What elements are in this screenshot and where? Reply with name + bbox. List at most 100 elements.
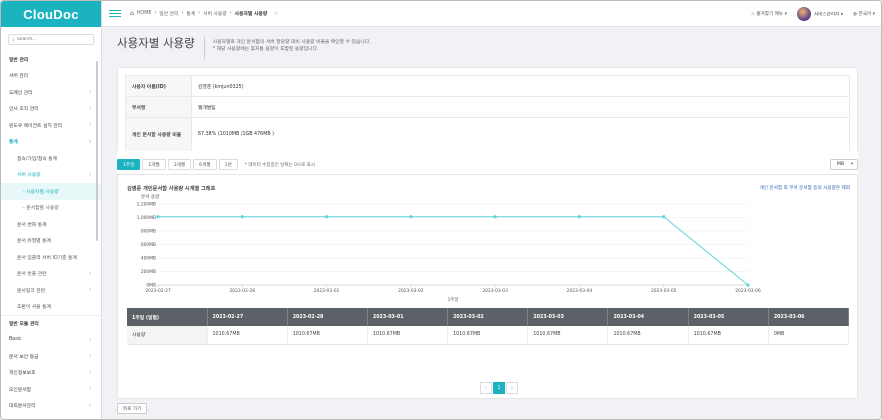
breadcrumb-current: 사용자별 사용량 xyxy=(234,12,268,17)
favorites-menu[interactable]: ☆ 즐겨찾기 메뉴 ▾ xyxy=(751,11,787,17)
data-point xyxy=(156,215,160,219)
sidebar-item-label: 조판이 서울 통계 xyxy=(17,305,51,311)
back-button[interactable]: 뒤로 가기 xyxy=(117,403,148,414)
sidebar-item[interactable]: 통계 › xyxy=(1,134,101,151)
table-corner-header: 1주일 (일별) xyxy=(127,308,208,326)
y-tick-label: 600MB xyxy=(141,242,156,248)
period-button[interactable]: 6개월 xyxy=(193,159,217,170)
sidebar-item-label: 서버 사용량 xyxy=(17,173,41,179)
sidebar-item-label: Basic xyxy=(9,337,22,343)
sidebar-item-label: 오인문서함 xyxy=(9,387,32,393)
sidebar-item[interactable]: 서버 관리 xyxy=(1,68,101,85)
sidebar-item-label: 대외문서관리 xyxy=(9,404,36,410)
logo-text: ClouDoc xyxy=(23,6,79,22)
sidebar: ClouDoc ⌕ 일반 관리서버 관리도메인 관리›인사 조직 관리›윈도우 … xyxy=(1,1,102,419)
sidebar-item-label: 개인정보보호 xyxy=(9,371,36,377)
sidebar-item-label: 윈도우 에이전트 설치 관리 xyxy=(9,123,63,129)
sidebar-item-label: 일반 모듈 관리 xyxy=(9,322,39,328)
x-tick-label: 2023-02-28 xyxy=(230,288,256,294)
row-label: 사용량 xyxy=(127,326,208,345)
sidebar-item-label: 서버 관리 xyxy=(9,74,29,80)
sidebar-item[interactable]: 윈도우 에이전트 설치 관리 › xyxy=(1,117,101,134)
usage-panel: 1주일 1개월 3개월 6개월 1년 * 데이터 수집중인 날짜는 0으로 표시 MB ▾ … xyxy=(117,151,858,399)
page-header: 사용자별 사용량 사용자별로 개인 문서함의 서버 할당량 대비 사용량 비율을… xyxy=(117,37,371,59)
breadcrumb-home[interactable]: HOME xyxy=(137,11,152,16)
sidebar-item[interactable]: 문서 입출력 서버 IO기준 통계 xyxy=(1,249,101,266)
period-button[interactable]: 1년 xyxy=(218,159,238,170)
column-header: 2023-03-04 xyxy=(607,308,689,326)
breadcrumb-item[interactable]: 서버 사용량 xyxy=(203,10,227,17)
period-note: * 데이터 수집중인 날짜는 0으로 표시 xyxy=(244,162,315,168)
sidebar-scrollbar[interactable] xyxy=(96,61,98,241)
menu-toggle-icon[interactable] xyxy=(109,9,121,18)
breadcrumb-item[interactable]: 일반 관리 xyxy=(159,10,178,17)
table-cell: 1010.67MB xyxy=(688,326,769,345)
data-point xyxy=(324,215,329,219)
topbar: ⌂ HOME › 일반 관리 › 통계 › 서버 사용량 › 사용자별 사용량 … xyxy=(102,1,881,27)
logo[interactable]: ClouDoc xyxy=(1,1,101,27)
language-select[interactable]: ◍ 한국어 ▾ xyxy=(853,11,875,17)
sidebar-item[interactable]: 대외문서관리 › xyxy=(1,398,101,415)
period-button[interactable]: 3개월 xyxy=(167,159,192,170)
y-tick-label: 200MB xyxy=(141,269,156,275)
y-tick-label: 800MB xyxy=(141,229,156,235)
sidebar-item-label: 문서링크 관련 xyxy=(17,288,46,294)
chevron-right-icon: › xyxy=(89,89,91,96)
period-button[interactable]: 1주일 xyxy=(117,159,141,170)
column-header: 2023-03-01 xyxy=(367,308,449,326)
chevron-right-icon: › xyxy=(89,369,91,376)
search-input[interactable] xyxy=(16,37,87,42)
sidebar-item[interactable]: 도메인 관리 › xyxy=(1,84,101,101)
table-cell: 1010.67MB xyxy=(607,326,689,345)
sidebar-item[interactable]: 조판이 서울 통계 xyxy=(1,299,101,316)
sidebar-item[interactable]: 문서 유형별 통계 xyxy=(1,233,101,250)
x-tick-label: 2023-03-04 xyxy=(567,288,593,294)
data-point xyxy=(577,215,582,219)
sidebar-item[interactable]: 오인문서함 › xyxy=(1,381,101,398)
page-title: 사용자별 사용량 xyxy=(117,37,205,59)
star-icon[interactable]: ☆ xyxy=(273,10,278,17)
series-line xyxy=(158,216,749,286)
table-row: 사용량 1010.67MB 1010.67MB 1010.67MB 1010.67MB 1… xyxy=(127,326,850,345)
sidebar-item[interactable]: 문서 보안 등급 › xyxy=(1,348,101,365)
sidebar-item-label: 문서 보안 등급 xyxy=(9,354,39,360)
page-1-button[interactable]: 1 xyxy=(493,382,505,394)
x-tick-label: 2023-03-03 xyxy=(482,288,508,294)
info-row: 개인 문서함 사용량 비율 67.38% (1010MB /1GB 476MB ) xyxy=(125,117,850,152)
user-menu[interactable]: 서버스관리자 ▾ xyxy=(796,7,843,21)
sidebar-item-label: 통계 xyxy=(9,140,18,146)
breadcrumb-item[interactable]: 통계 xyxy=(186,10,195,17)
sidebar-item[interactable]: 키워드 검검› xyxy=(1,414,101,419)
table-cell: 1010.67MB xyxy=(207,326,288,345)
chevron-right-icon: › xyxy=(89,386,91,393)
period-button[interactable]: 1개월 xyxy=(142,159,166,170)
sidebar-item[interactable]: Basic › xyxy=(1,332,101,349)
sidebar-item[interactable]: 개인정보보호 › xyxy=(1,365,101,382)
chevron-right-icon: › xyxy=(89,171,91,178)
sidebar-item[interactable]: 인사 조직 관리 › xyxy=(1,101,101,118)
chart-title: 김영준 개인문서함 사용량 시계열 그래프 xyxy=(127,186,216,192)
sidebar-item[interactable]: 접속/가입/접속 통계 xyxy=(1,150,101,167)
chart-note-link[interactable]: 개인 문서함 외 부서 문서함 등의 사용량은 제외 xyxy=(759,185,850,191)
y-tick-label: 1,000MB xyxy=(137,215,156,221)
page-description: 사용자별로 개인 문서함의 서버 할당량 대비 사용량 비율을 확인할 수 있습… xyxy=(212,40,371,52)
sidebar-item[interactable]: 문서 반출 관련 › xyxy=(1,266,101,283)
sidebar-item-label: 문서 입출력 서버 IO기준 통계 xyxy=(17,255,77,261)
sidebar-item[interactable]: 문서 변화 통계 xyxy=(1,216,101,233)
sidebar-item[interactable]: 서버 사용량 › xyxy=(1,167,101,184)
prev-page-button[interactable]: ‹ xyxy=(480,382,492,394)
info-row: 부서명 웹개발팀 xyxy=(125,96,850,118)
x-tick-label: 2023-03-05 xyxy=(651,288,677,294)
sidebar-item[interactable]: - 문서함별 사용량 xyxy=(1,200,101,217)
unit-select[interactable]: MB ▾ xyxy=(830,159,858,170)
sidebar-item[interactable]: 문서링크 관련 › xyxy=(1,282,101,299)
home-icon[interactable]: ⌂ xyxy=(130,10,134,17)
user-info-table: 사용자 이름(ID) 김영준 (kmjun0325) 부서명 웹개발팀 개인 문서함… xyxy=(125,75,850,152)
next-page-button[interactable]: › xyxy=(506,382,518,394)
column-header: 2023-02-27 xyxy=(207,308,288,326)
chevron-right-icon: › xyxy=(89,122,91,129)
usage-table: 1주일 (일별) 2023-02-27 2023-02-28 2023-03-01 20… xyxy=(127,308,850,345)
search-icon: ⌕ xyxy=(12,36,15,43)
sidebar-item[interactable]: - 사용자별 사용량 xyxy=(1,183,101,200)
x-tick-label: 2023-02-27 xyxy=(145,288,171,294)
